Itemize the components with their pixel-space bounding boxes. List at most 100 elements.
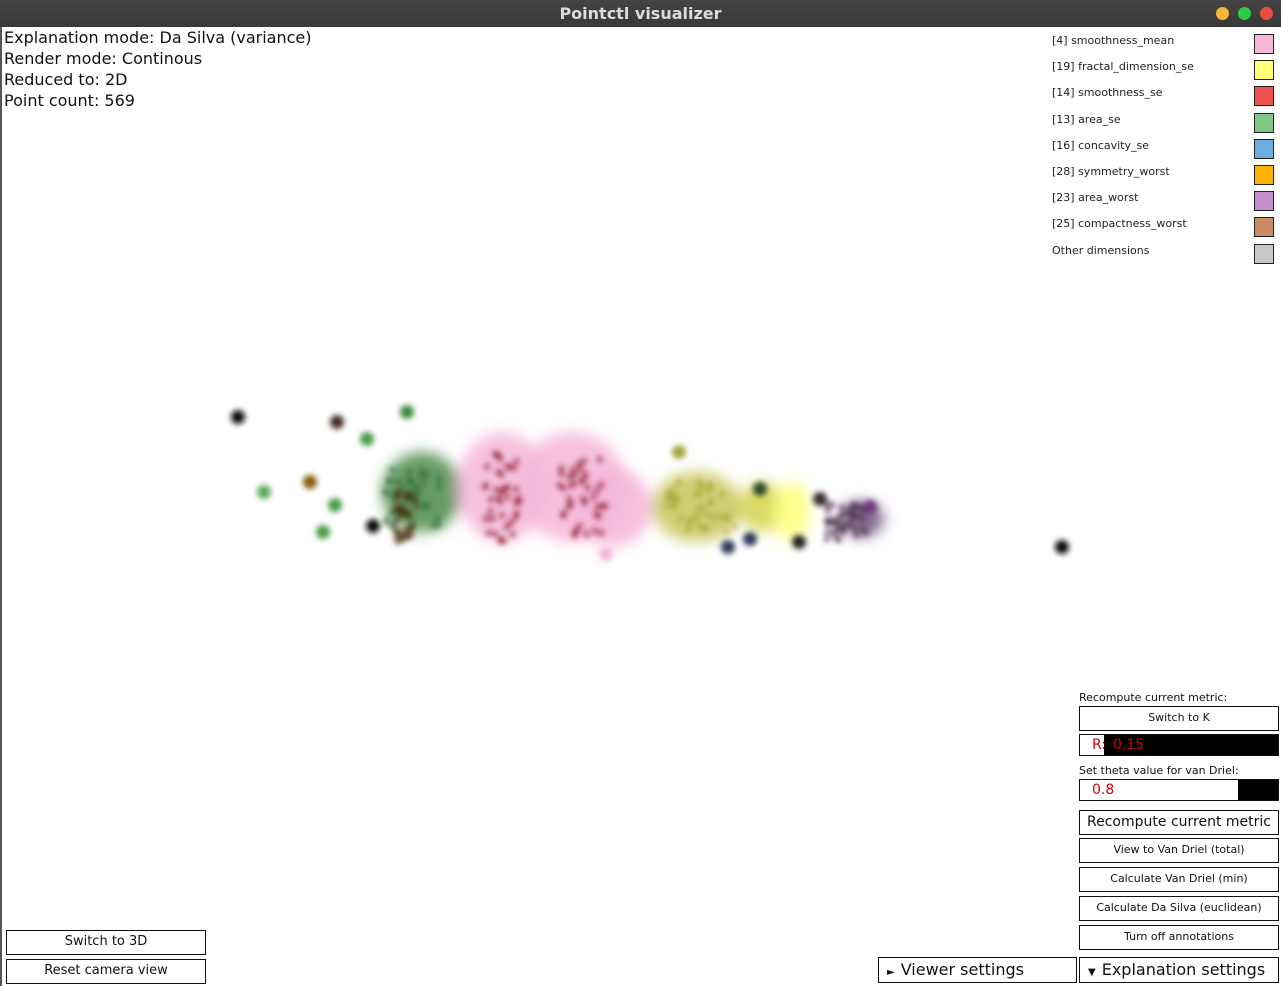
data-point (566, 495, 573, 502)
data-point (436, 483, 443, 490)
data-point (409, 520, 416, 527)
turn-off-annotations-button[interactable]: Turn off annotations (1079, 925, 1279, 950)
data-point (392, 519, 399, 526)
data-point (485, 529, 492, 536)
data-point (558, 470, 565, 477)
data-point (396, 504, 403, 511)
data-point (560, 510, 567, 517)
point-count-text: Point count: 569 (4, 91, 135, 110)
data-point (721, 540, 735, 554)
data-point (722, 528, 729, 535)
title-bar: Pointctl visualizer (0, 0, 1281, 27)
legend-swatch (1254, 34, 1274, 54)
legend-label: [16] concavity_se (1052, 138, 1150, 152)
data-point (430, 522, 437, 529)
data-point (484, 463, 491, 470)
region-layer (382, 432, 884, 547)
theta-value: 0.8 (1092, 782, 1115, 798)
explanation-settings-label: Explanation settings (1101, 960, 1266, 979)
theta-value-slider[interactable]: 0.8 (1079, 779, 1279, 801)
recompute-metric-button[interactable]: Recompute current metric (1079, 810, 1279, 835)
data-point (257, 485, 271, 499)
data-point (393, 492, 400, 499)
viewer-settings-toggle[interactable]: ► Viewer settings (878, 957, 1077, 983)
viewer-settings-label: Viewer settings (900, 960, 1024, 979)
viewer-canvas[interactable]: Explanation mode: Da Silva (variance) Re… (0, 27, 1281, 986)
calc-van-driel-button[interactable]: Calculate Van Driel (min) (1079, 867, 1279, 892)
legend-item: [25] compactness_worst (1052, 214, 1278, 240)
data-point (678, 515, 685, 522)
data-point (509, 531, 516, 538)
legend-swatch (1254, 138, 1274, 159)
switch-to-k-button[interactable]: Switch to K (1079, 706, 1279, 731)
data-point (402, 507, 409, 514)
data-point (401, 494, 408, 501)
legend-item: Other dimensions (1052, 241, 1278, 267)
data-point (566, 473, 573, 480)
legend-item: [14] smoothness_se (1052, 83, 1278, 109)
switch-to-3d-button[interactable]: Switch to 3D (6, 930, 206, 955)
data-point (512, 513, 519, 520)
window-title: Pointctl visualizer (559, 4, 722, 23)
data-point (504, 493, 511, 500)
data-point (839, 504, 846, 511)
data-point (392, 526, 399, 533)
data-point (584, 484, 591, 491)
data-point (419, 480, 426, 487)
data-point (487, 508, 494, 515)
data-point (684, 526, 691, 533)
data-point (825, 521, 832, 528)
data-point (582, 471, 589, 478)
legend-item: [16] concavity_se (1052, 136, 1278, 162)
data-point (675, 479, 682, 486)
legend-swatch (1254, 112, 1274, 133)
data-point (497, 498, 504, 505)
data-point (328, 498, 342, 512)
reset-camera-button[interactable]: Reset camera view (6, 959, 206, 984)
data-point (596, 456, 603, 463)
data-point (436, 475, 443, 482)
r-value-slider[interactable]: R: 0.15 (1079, 734, 1279, 756)
data-point (406, 493, 413, 500)
data-point (705, 486, 712, 493)
data-point (423, 502, 430, 509)
data-point (731, 522, 738, 529)
r-label: R: (1092, 737, 1107, 753)
point-layer (231, 405, 1069, 561)
data-point (303, 475, 317, 489)
data-point (834, 518, 841, 525)
data-point (398, 513, 405, 520)
close-button[interactable] (1260, 7, 1273, 20)
data-point (491, 530, 498, 537)
data-point (595, 513, 602, 520)
data-point (700, 526, 707, 533)
data-point (711, 514, 718, 521)
data-point (594, 486, 601, 493)
data-point (598, 529, 605, 536)
legend-label: [14] smoothness_se (1052, 86, 1163, 100)
minimize-button[interactable] (1216, 7, 1229, 20)
data-point (513, 458, 520, 465)
data-point (495, 451, 502, 458)
calc-da-silva-button[interactable]: Calculate Da Silva (euclidean) (1079, 896, 1279, 921)
data-point (813, 492, 827, 506)
data-point (556, 482, 563, 489)
maximize-button[interactable] (1238, 7, 1251, 20)
data-point (726, 512, 733, 519)
data-point (570, 480, 577, 487)
explanation-settings-toggle[interactable]: ▼ Explanation settings (1079, 957, 1279, 983)
legend-label: [23] area_worst (1052, 191, 1139, 205)
legend-swatch (1254, 164, 1274, 185)
data-point (571, 532, 578, 539)
data-point (669, 486, 676, 493)
data-point (705, 512, 712, 519)
data-point (383, 519, 390, 526)
legend-swatch (1254, 60, 1274, 81)
data-point (602, 502, 609, 509)
view-van-driel-button[interactable]: View to Van Driel (total) (1079, 838, 1279, 863)
data-point (833, 527, 840, 534)
data-point (581, 458, 588, 465)
data-point (497, 538, 504, 545)
collapsed-arrow-icon: ► (887, 967, 895, 978)
data-point (583, 531, 590, 538)
